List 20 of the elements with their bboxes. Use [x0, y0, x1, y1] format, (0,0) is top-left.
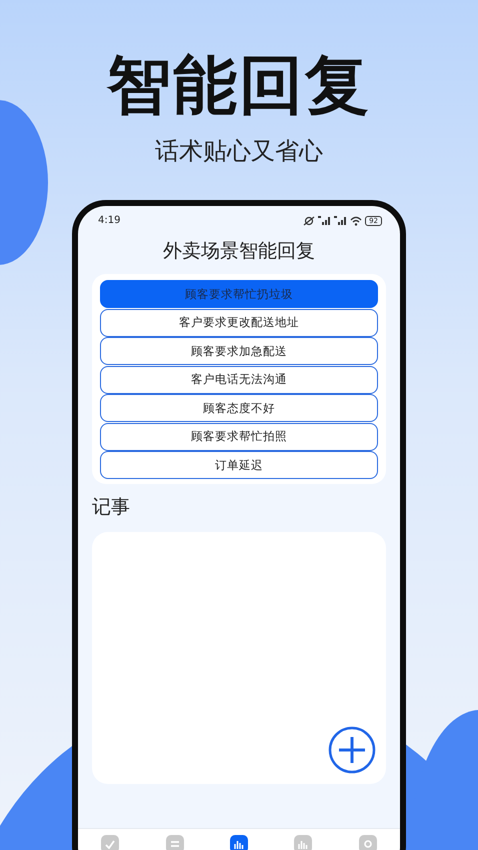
reply-option[interactable]: 顾客态度不好 [100, 394, 378, 422]
reply-option[interactable]: 客户要求更改配送地址 [100, 308, 378, 336]
add-button[interactable] [328, 726, 376, 774]
alarm-off-icon [303, 216, 316, 226]
signal-icon [334, 216, 348, 225]
reply-option[interactable]: 顾客要求帮忙拍照 [100, 422, 378, 450]
reply-option[interactable]: 顾客要求加急配送 [100, 337, 378, 365]
subheadline: 话术贴心又省心 [155, 136, 323, 166]
notes-heading: 记事 [92, 494, 130, 520]
wifi-icon [350, 216, 362, 226]
signal-icon [318, 216, 332, 225]
check-tab-icon[interactable] [101, 834, 120, 850]
bars-tab-icon[interactable] [230, 834, 248, 850]
reply-option[interactable]: 客户电话无法沟通 [100, 366, 378, 394]
list-tab-icon[interactable] [166, 834, 184, 850]
screen-title: 外卖场景智能回复 [163, 239, 315, 264]
reply-option[interactable]: 订单延迟 [100, 451, 378, 479]
status-time: 4:19 [98, 215, 120, 226]
headline: 智能回复 [107, 48, 371, 125]
search-tab-icon[interactable] [358, 834, 377, 850]
